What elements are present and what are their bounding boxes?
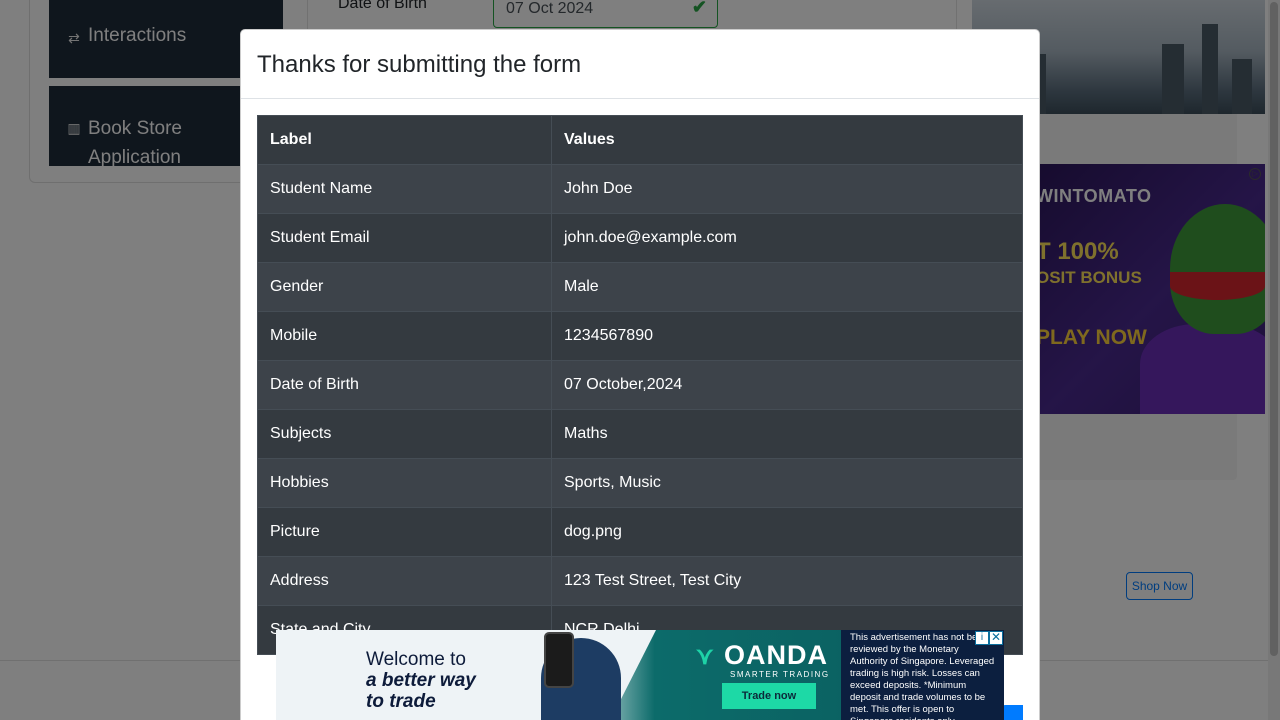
- row-label: Student Email: [257, 213, 552, 263]
- table-row: Address 123 Test Street, Test City: [257, 556, 1023, 606]
- modal-header: Thanks for submitting the form: [241, 30, 1039, 99]
- row-label: Hobbies: [257, 458, 552, 508]
- bottom-ad-banner[interactable]: Welcome to a better way to trade ⋎ OANDA …: [276, 630, 1004, 720]
- results-table: Label Values Student Name John Doe Stude…: [257, 115, 1023, 655]
- ad-info-icon[interactable]: i: [975, 631, 989, 645]
- modal-body: Label Values Student Name John Doe Stude…: [241, 99, 1039, 672]
- ad-close-icon[interactable]: ✕: [989, 631, 1003, 645]
- table-row: Hobbies Sports, Music: [257, 458, 1023, 508]
- row-value: 123 Test Street, Test City: [551, 556, 1023, 606]
- ad-brand-name: OANDA: [724, 640, 828, 670]
- oanda-logo-icon: ⋎: [696, 643, 715, 670]
- table-header-values: Values: [551, 115, 1023, 165]
- row-label: Address: [257, 556, 552, 606]
- results-table-container: Label Values Student Name John Doe Stude…: [257, 115, 1023, 656]
- table-header-label: Label: [257, 115, 552, 165]
- close-button[interactable]: [1002, 705, 1023, 720]
- table-row: Student Email john.doe@example.com: [257, 213, 1023, 263]
- row-value: john.doe@example.com: [551, 213, 1023, 263]
- row-value: 1234567890: [551, 311, 1023, 361]
- ad-headline-line1: Welcome to: [366, 649, 466, 670]
- ad-tagline: SMARTER TRADING: [730, 670, 830, 679]
- submission-modal: Thanks for submitting the form Label Val…: [240, 29, 1040, 720]
- row-label: Subjects: [257, 409, 552, 459]
- oanda-logo: ⋎ OANDA: [696, 640, 828, 671]
- table-row: Student Name John Doe: [257, 164, 1023, 214]
- row-value: Maths: [551, 409, 1023, 459]
- modal-title: Thanks for submitting the form: [257, 51, 582, 78]
- row-label: Student Name: [257, 164, 552, 214]
- ad-headline: Welcome to a better way to trade: [366, 649, 476, 712]
- row-value: John Doe: [551, 164, 1023, 214]
- row-value: Male: [551, 262, 1023, 312]
- ad-headline-line3: to trade: [366, 691, 436, 712]
- ad-phone-image: [544, 632, 574, 688]
- table-row: Mobile 1234567890: [257, 311, 1023, 361]
- row-label: Mobile: [257, 311, 552, 361]
- ad-headline-line2: a better way: [366, 670, 476, 691]
- table-row: Gender Male: [257, 262, 1023, 312]
- trade-now-button[interactable]: Trade now: [722, 683, 816, 709]
- table-header-row: Label Values: [257, 115, 1023, 165]
- row-value: Sports, Music: [551, 458, 1023, 508]
- row-value: 07 October,2024: [551, 360, 1023, 410]
- row-label: Picture: [257, 507, 552, 557]
- row-label: Gender: [257, 262, 552, 312]
- table-row: Date of Birth 07 October,2024: [257, 360, 1023, 410]
- table-row: Picture dog.png: [257, 507, 1023, 557]
- row-value: dog.png: [551, 507, 1023, 557]
- table-row: Subjects Maths: [257, 409, 1023, 459]
- row-label: Date of Birth: [257, 360, 552, 410]
